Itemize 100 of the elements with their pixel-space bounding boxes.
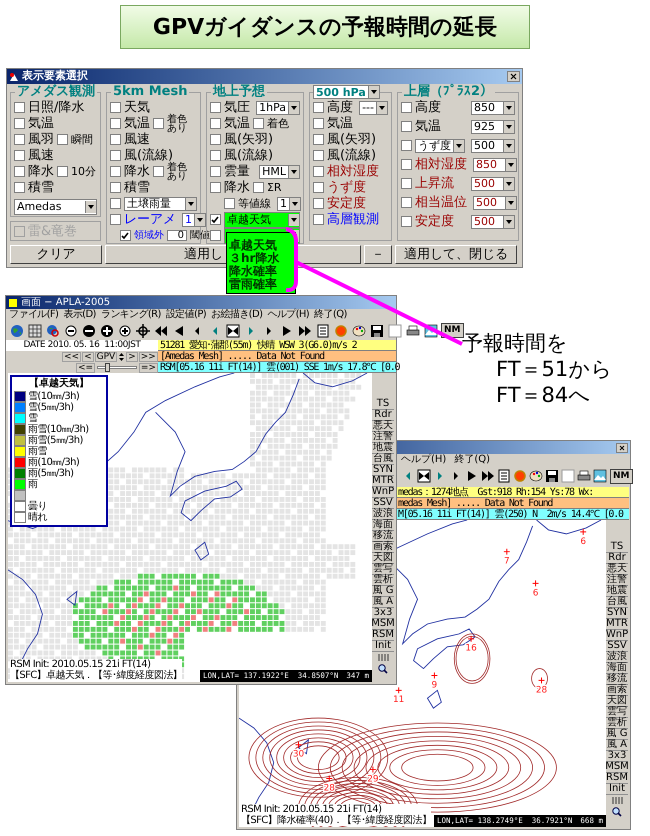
floppy-icon[interactable] (370, 324, 384, 338)
checkbox[interactable] (14, 182, 25, 193)
grid-icon[interactable] (28, 324, 42, 338)
fit-icon[interactable] (226, 324, 240, 338)
side-button[interactable]: 注警 (606, 575, 628, 586)
checkbox[interactable] (401, 197, 412, 208)
checkbox[interactable] (312, 214, 324, 225)
printer-icon[interactable] (406, 324, 420, 338)
dialog-button[interactable]: 適用して、閉じる (395, 245, 517, 264)
nav-button[interactable]: << (62, 352, 82, 362)
dropdown[interactable]: 500 (471, 176, 515, 190)
side-button[interactable]: 移流 (372, 531, 394, 542)
checkbox[interactable] (57, 134, 68, 145)
checkbox[interactable] (312, 166, 324, 177)
fast-forward-icon[interactable] (481, 469, 495, 483)
side-button[interactable]: Rdr (606, 553, 628, 564)
list-option[interactable]: 雷雨確率 (229, 278, 293, 291)
side-button[interactable]: 雲析 (372, 575, 394, 586)
side-button[interactable]: 台風 (606, 597, 628, 608)
side-button[interactable]: TS (606, 542, 628, 553)
zoom-in-icon[interactable] (118, 324, 132, 338)
menu-item[interactable]: ヘルプ(H) (267, 310, 310, 320)
side-button[interactable]: 悪天 (372, 421, 394, 432)
checkbox[interactable] (14, 118, 25, 129)
side-button[interactable]: SSV (606, 641, 628, 652)
checkbox[interactable] (14, 166, 25, 177)
side-button[interactable]: 風 A (372, 597, 394, 608)
checkbox[interactable] (14, 102, 25, 113)
checkbox[interactable] (401, 121, 412, 132)
checkbox[interactable] (110, 166, 121, 177)
dropdown[interactable]: 925 (471, 120, 515, 134)
checkbox[interactable] (120, 230, 131, 241)
dropdown[interactable]: 1 (182, 212, 206, 226)
dialog-button[interactable]: － (364, 245, 392, 264)
side-button[interactable]: MSM (606, 762, 628, 773)
list-icon[interactable] (316, 324, 330, 338)
checkbox[interactable] (252, 182, 264, 193)
dropdown[interactable]: Amedas (14, 198, 97, 214)
globe-icon[interactable] (10, 324, 24, 338)
nav-button[interactable]: GPV (94, 352, 118, 362)
side-button[interactable]: WnP (606, 630, 628, 641)
checkbox[interactable] (110, 198, 121, 209)
zoom-out-icon[interactable] (82, 324, 96, 338)
side-button[interactable]: SYN (372, 465, 394, 476)
checkbox[interactable] (110, 102, 121, 113)
side-button[interactable]: SSV (372, 498, 394, 509)
list-icon[interactable] (497, 469, 511, 483)
menu-item[interactable]: ヘルプ(H) (401, 455, 446, 465)
dropdown[interactable]: 850 (473, 158, 517, 172)
checkbox[interactable] (152, 166, 164, 177)
checkbox[interactable] (110, 150, 121, 161)
close-icon[interactable] (507, 71, 520, 82)
palette-icon[interactable] (529, 469, 543, 483)
checkbox[interactable] (210, 230, 221, 241)
list-option[interactable]: ３hr降水 (229, 252, 293, 265)
checkbox[interactable] (210, 214, 221, 225)
checkbox[interactable] (57, 166, 68, 177)
side-button[interactable]: TS (372, 399, 394, 410)
side-button[interactable]: 海面 (606, 663, 628, 674)
close-icon[interactable] (616, 442, 628, 452)
printer-icon[interactable] (577, 469, 591, 483)
checkbox[interactable] (110, 134, 121, 145)
checkbox[interactable] (110, 182, 121, 193)
side-button[interactable]: 風 A (606, 740, 628, 751)
globe-search-icon[interactable] (46, 324, 60, 338)
menu-item[interactable]: 終了(Q) (314, 310, 347, 320)
checkbox[interactable] (110, 118, 121, 129)
checkbox[interactable] (14, 150, 25, 161)
side-button[interactable]: MSM (372, 619, 394, 630)
slider-end-button[interactable]: => (138, 362, 158, 372)
checkbox[interactable] (210, 182, 221, 193)
fast-forward-icon[interactable] (298, 324, 312, 338)
fit-icon[interactable] (417, 469, 431, 483)
side-button[interactable]: 地震 (372, 443, 394, 454)
checkbox[interactable] (224, 198, 235, 209)
side-button[interactable]: 風 G (372, 586, 394, 597)
dropdown[interactable]: 土壌雨量 (124, 196, 197, 210)
checkbox[interactable] (312, 198, 324, 209)
nav-button[interactable]: >> (138, 352, 158, 362)
dropdown[interactable]: 1hPa (256, 100, 300, 114)
side-button[interactable]: 雲析 (606, 718, 628, 729)
checkbox[interactable] (152, 118, 164, 129)
side-button[interactable]: 3x3 (372, 608, 394, 619)
checkbox[interactable] (312, 182, 324, 193)
dropdown[interactable]: 850 (471, 100, 515, 114)
menu-item[interactable]: ランキング(R) (100, 310, 161, 320)
toolbar-button[interactable]: NM (610, 468, 632, 484)
nav-button[interactable]: < (82, 352, 94, 362)
side-button[interactable]: Init (372, 641, 394, 652)
side-button[interactable]: 波浪 (372, 509, 394, 520)
side-button[interactable]: 3x3 (606, 751, 628, 762)
crosshair-icon[interactable] (136, 324, 150, 338)
dropdown[interactable]: 500 hPa (312, 85, 380, 99)
list-option[interactable]: 降水確率 (229, 265, 293, 278)
menu-item[interactable]: 設定値(P) (166, 310, 206, 320)
zoom-in-icon[interactable] (100, 324, 114, 338)
dropdown[interactable]: --- (359, 100, 388, 114)
side-button[interactable]: RSM (372, 630, 394, 641)
side-button[interactable]: 悪天 (606, 564, 628, 575)
checkbox[interactable] (312, 150, 324, 161)
